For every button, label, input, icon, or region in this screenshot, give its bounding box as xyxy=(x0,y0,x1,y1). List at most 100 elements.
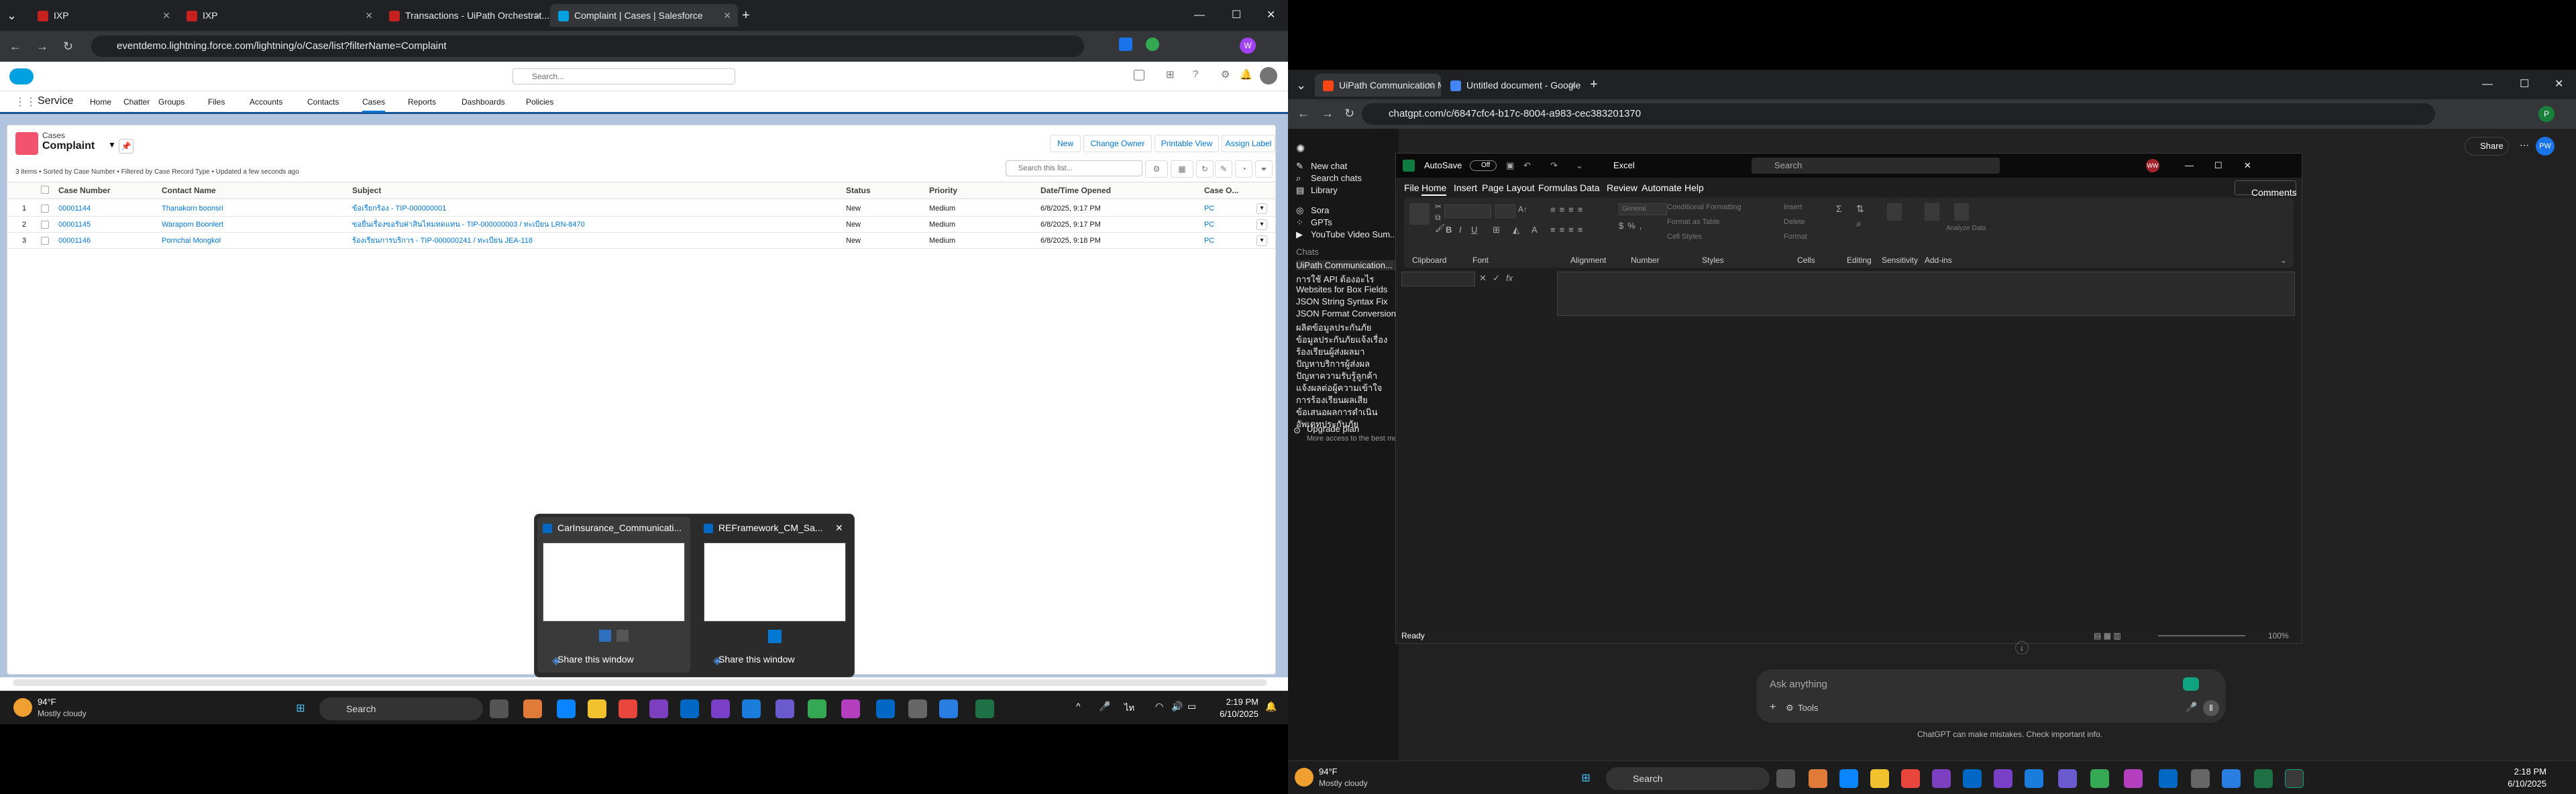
clock-time[interactable]: 2:18 PM xyxy=(2501,767,2546,777)
alignment-icons[interactable]: ≡≡≡≡ xyxy=(1550,205,1587,215)
extension-icon[interactable] xyxy=(1146,38,1159,51)
edge-icon[interactable] xyxy=(1839,769,1858,788)
chrome-icon[interactable] xyxy=(1901,769,1920,788)
new-tab-icon[interactable]: + xyxy=(1590,70,1598,99)
clock-date[interactable]: 6/10/2025 xyxy=(1213,709,1258,719)
tab-list-icon[interactable]: ⌄ xyxy=(7,7,17,24)
gear-icon[interactable] xyxy=(2191,769,2210,788)
column-header-case-number[interactable]: Case Number xyxy=(58,186,110,195)
voice-mode-icon[interactable]: ⦀ xyxy=(2203,700,2219,716)
fill-color-icon[interactable]: ◭ xyxy=(1513,225,1519,235)
chevron-down-icon[interactable]: ⌄ xyxy=(2280,256,2287,265)
insert-cells-button[interactable]: Insert xyxy=(1784,203,1803,211)
view-buttons[interactable]: ▤ ▦ ▥ xyxy=(2094,628,2121,643)
avatar[interactable] xyxy=(1260,67,1277,84)
column-header-priority[interactable]: Priority xyxy=(929,186,957,195)
zoom-slider[interactable] xyxy=(2158,635,2245,636)
search-icon[interactable]: ⌕ xyxy=(1856,218,1862,229)
delete-cells-button[interactable]: Delete xyxy=(1784,218,1805,226)
printable-view-button[interactable]: Printable View xyxy=(1155,135,1219,152)
copy-icon[interactable]: ⧉ xyxy=(1435,213,1441,223)
add-icon[interactable]: + xyxy=(1770,701,1776,714)
list-search-input[interactable]: Search this list... xyxy=(1006,160,1142,176)
new-button[interactable]: New xyxy=(1050,135,1081,152)
menu-file[interactable]: File xyxy=(1404,182,1419,193)
app-icon[interactable] xyxy=(649,699,668,718)
browser-tab[interactable]: IXP ✕ xyxy=(178,4,380,27)
redo-icon[interactable]: ↷ xyxy=(1550,154,1558,178)
battery-icon[interactable]: ▭ xyxy=(1187,701,1196,712)
profile-avatar[interactable]: W xyxy=(1240,38,1256,54)
close-tab-icon[interactable]: ✕ xyxy=(162,4,170,27)
enter-icon[interactable]: ✓ xyxy=(1493,273,1500,284)
close-window-icon[interactable]: ✕ xyxy=(2555,70,2563,99)
contact-link[interactable]: Pornchai Mongkol xyxy=(162,233,221,249)
owner-link[interactable]: PC xyxy=(1204,201,1214,217)
app-icon[interactable] xyxy=(2058,769,2077,788)
close-window-icon[interactable]: ✕ xyxy=(1267,0,1275,31)
save-icon[interactable]: ▣ xyxy=(1506,154,1514,178)
app-icon[interactable] xyxy=(711,699,730,718)
more-options-icon[interactable]: ⋯ xyxy=(2520,139,2529,151)
tab-list-icon[interactable]: ⌄ xyxy=(1296,76,1306,94)
menu-page-layout[interactable]: Page Layout xyxy=(1482,182,1535,193)
nav-item-contacts[interactable]: Contacts xyxy=(307,97,339,107)
uipath-studio-icon[interactable] xyxy=(1963,769,1982,788)
name-box[interactable] xyxy=(1401,272,1475,286)
column-header-subject[interactable]: Subject xyxy=(352,186,381,195)
filter-icon[interactable]: ⏷ xyxy=(1255,160,1273,178)
window-thumbnail[interactable]: REFramework_CM_Sa... ✕ ◈ Share this wind… xyxy=(698,517,851,673)
undo-icon[interactable]: ↶ xyxy=(1523,154,1531,178)
customize-icon[interactable]: ⌄ xyxy=(1576,154,1583,178)
close-tab-icon[interactable]: ✕ xyxy=(365,4,373,27)
taskbar-search[interactable]: Search xyxy=(1606,767,1770,790)
mic-icon[interactable]: 🎤 xyxy=(1099,701,1110,712)
cell-styles-button[interactable]: Cell Styles xyxy=(1667,233,1702,241)
nav-item-reports[interactable]: Reports xyxy=(408,97,436,107)
row-checkbox[interactable] xyxy=(41,221,49,229)
assign-label-button[interactable]: Assign Label xyxy=(1222,135,1275,152)
close-tab-icon[interactable]: ✕ xyxy=(723,4,731,27)
uipath-studio-icon[interactable] xyxy=(680,699,699,718)
vscode-icon[interactable] xyxy=(2025,769,2043,788)
edit-icon[interactable]: ✎ xyxy=(1215,160,1232,178)
conditional-formatting-button[interactable]: Conditional Formatting xyxy=(1667,203,1741,211)
nav-item-dashboards[interactable]: Dashboards xyxy=(462,97,505,107)
column-header-case-owner[interactable]: Case O... xyxy=(1204,186,1238,195)
alignment-icons[interactable]: ≡≡≡≡ xyxy=(1550,225,1587,235)
share-button[interactable]: Share xyxy=(2465,137,2509,156)
row-action-icon[interactable]: ▾ xyxy=(1256,203,1267,214)
column-header-status[interactable]: Status xyxy=(846,186,871,195)
subject-link[interactable]: ร้องเรียนการบริการ - TIP-000000241 / ทะเ… xyxy=(352,233,533,249)
upgrade-plan-button[interactable]: Upgrade plan xyxy=(1307,424,1407,434)
pin-icon[interactable]: 📌 xyxy=(119,139,133,154)
underline-icon[interactable]: U xyxy=(1471,225,1477,235)
back-icon[interactable]: ← xyxy=(9,38,21,55)
nav-item-groups[interactable]: Groups xyxy=(158,97,184,107)
browser-tab[interactable]: IXP ✕ xyxy=(30,4,177,27)
subject-link[interactable]: ขอยื่นเรื่องขอรับค่าสินไหมทดแทน - TIP-00… xyxy=(352,217,585,233)
app-icon[interactable] xyxy=(975,699,994,718)
app-icon[interactable] xyxy=(2222,769,2241,788)
weather-temp[interactable]: 94°F xyxy=(38,697,56,707)
edge-icon[interactable] xyxy=(557,699,576,718)
close-tab-icon[interactable]: ✕ xyxy=(1568,74,1576,97)
forward-icon[interactable]: → xyxy=(1322,105,1334,122)
list-view-name[interactable]: Complaint xyxy=(42,140,95,152)
start-icon[interactable]: ⊞ xyxy=(1576,769,1595,788)
menu-home[interactable]: Home xyxy=(1421,182,1447,196)
avatar[interactable]: PW xyxy=(2536,137,2555,156)
app-launcher-icon[interactable]: ⋮⋮ xyxy=(15,95,36,109)
tools-button[interactable]: Tools xyxy=(1798,703,1818,713)
nav-item-accounts[interactable]: Accounts xyxy=(250,97,282,107)
excel-icon[interactable] xyxy=(2254,769,2273,788)
weather-icon[interactable] xyxy=(13,698,32,717)
function-icon[interactable]: fx xyxy=(1506,273,1513,283)
task-view-icon[interactable] xyxy=(1776,769,1795,788)
grammarly-icon[interactable] xyxy=(2183,677,2199,691)
select-all-checkbox[interactable] xyxy=(41,186,49,194)
outlook-icon[interactable] xyxy=(2159,769,2178,788)
app-icon[interactable] xyxy=(775,699,794,718)
chevron-down-icon[interactable]: ▼ xyxy=(108,140,116,150)
task-view-icon[interactable] xyxy=(490,699,508,718)
